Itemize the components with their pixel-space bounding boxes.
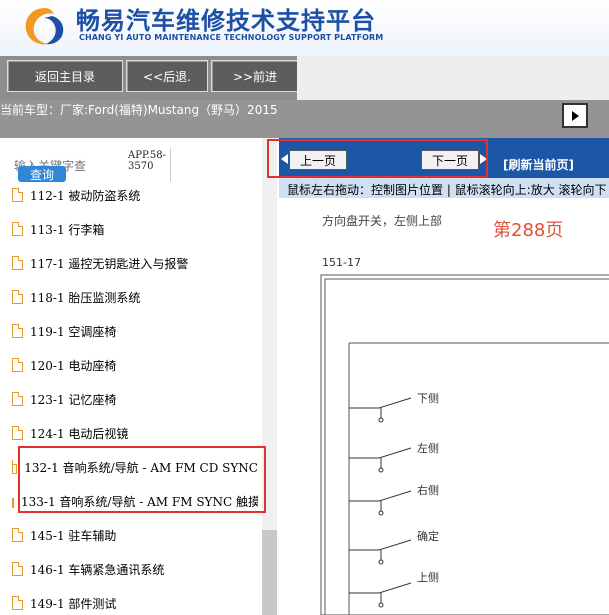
file-icon	[12, 358, 23, 372]
current-vehicle-bar: 当前车型：厂家:Ford(福特)Mustang（野马）2015	[0, 100, 609, 138]
document-viewer: 上一页 下一页 [刷新当前页] 鼠标左右拖动：控制图片位置 | 鼠标滚轮向上:放…	[279, 138, 609, 615]
diagram-code: 151-17	[322, 256, 361, 269]
prev-page-button[interactable]: 上一页	[289, 150, 347, 170]
svg-text:R: R	[38, 19, 52, 40]
tree-item[interactable]: 117-1 遥控无钥匙进入与报警	[12, 246, 188, 280]
arrow-right-icon	[480, 154, 487, 164]
back-to-main-button[interactable]: 返回主目录	[7, 60, 123, 92]
toggle-panel-button[interactable]	[562, 103, 588, 128]
arrow-left-icon	[281, 154, 288, 164]
file-icon	[12, 256, 23, 270]
logo-icon: R	[25, 8, 64, 45]
site-subtitle: CHANG YI AUTO MAINTENANCE TECHNOLOGY SUP…	[79, 33, 384, 42]
tree-item[interactable]: 118-1 胎压监测系统	[12, 280, 140, 314]
tree-item[interactable]: 113-1 行李箱	[12, 212, 104, 246]
file-icon	[12, 528, 23, 542]
tree-item-label: 133-1 音响系统/导航 - AM FM SYNC 触摸	[21, 494, 258, 509]
refresh-page-link[interactable]: [刷新当前页]	[503, 156, 574, 173]
file-icon	[12, 324, 23, 338]
viewer-toolbar: 上一页 下一页 [刷新当前页]	[279, 138, 609, 178]
wiring-diagram	[320, 274, 609, 615]
file-icon	[12, 596, 23, 610]
back-button[interactable]: <<后退.	[126, 60, 208, 92]
tree-item-label: 112-1 被动防盗系统	[30, 188, 141, 203]
tree-item[interactable]: 112-1 被动防盗系统	[12, 178, 140, 212]
file-icon	[12, 562, 23, 576]
site-title: 畅易汽车维修技术支持平台	[76, 7, 376, 35]
tree-item[interactable]: 120-1 电动座椅	[12, 348, 116, 382]
tree-item[interactable]: 119-1 空调座椅	[12, 314, 116, 348]
site-header: R 畅易汽车维修技术支持平台 CHANG YI AUTO MAINTENANCE…	[0, 0, 609, 56]
tree-item[interactable]: 124-1 电动后视镜	[12, 416, 128, 450]
diagram-caption: 方向盘开关，左侧上部	[322, 214, 443, 228]
nav-bar-filler	[297, 56, 609, 100]
switch-label: 下侧	[417, 392, 439, 405]
tree-item-label: 119-1 空调座椅	[30, 324, 117, 339]
document-page[interactable]: 方向盘开关，左侧上部 第288页 151-17 下侧 左侧 右侧 确定 上侧	[279, 198, 609, 615]
tree-item-label: 117-1 遥控无钥匙进入与报警	[30, 256, 189, 271]
tree-item-label: 120-1 电动座椅	[30, 358, 117, 373]
tree-item[interactable]: 149-1 部件测试	[12, 586, 116, 615]
file-icon	[12, 494, 14, 508]
file-icon	[12, 392, 23, 406]
tree-item[interactable]: 132-1 音响系统/导航 - AM FM CD SYNC	[12, 450, 258, 484]
viewer-hint: 鼠标左右拖动：控制图片位置 | 鼠标滚轮向上:放大 滚轮向下	[287, 183, 607, 197]
switch-label: 上侧	[417, 571, 439, 584]
tree-item[interactable]: 123-1 记忆座椅	[12, 382, 116, 416]
tree-item[interactable]: 133-1 音响系统/导航 - AM FM SYNC 触摸	[12, 484, 258, 518]
tree-item[interactable]: 146-1 车辆紧急通讯系统	[12, 552, 164, 586]
app-code: APP.58-3570	[128, 150, 166, 172]
file-icon	[12, 290, 23, 304]
sidebar: 查询 APP.58-3570 112-1 被动防盗系统 113-1 行李箱 11…	[0, 138, 277, 615]
tree-item-label: 123-1 记忆座椅	[30, 392, 117, 407]
tree-item-label: 124-1 电动后视镜	[30, 426, 129, 441]
tree-item-label: 145-1 驻车辅助	[30, 528, 117, 543]
nav-bar: 返回主目录 <<后退. >>前进	[0, 56, 609, 100]
switch-label: 右侧	[417, 484, 439, 497]
tree-item-label: 132-1 音响系统/导航 - AM FM CD SYNC	[24, 460, 258, 475]
tree-item-label: 118-1 胎压监测系统	[30, 290, 141, 305]
switch-label: 左侧	[417, 442, 439, 455]
file-icon	[12, 460, 18, 474]
file-icon	[12, 188, 23, 202]
tree-item-label: 146-1 车辆紧急通讯系统	[30, 562, 165, 577]
file-icon	[12, 222, 23, 236]
divider	[170, 148, 171, 182]
tree-item-label: 149-1 部件测试	[30, 596, 117, 611]
tree-item[interactable]: 145-1 驻车辅助	[12, 518, 116, 552]
next-page-button[interactable]: 下一页	[421, 150, 479, 170]
sidebar-scroll-thumb[interactable]	[262, 530, 277, 615]
file-icon	[12, 426, 23, 440]
viewer-hint-bar: 鼠标左右拖动：控制图片位置 | 鼠标滚轮向上:放大 滚轮向下	[279, 178, 609, 199]
page-number: 第288页	[493, 220, 564, 241]
switch-label: 确定	[417, 530, 439, 543]
forward-button[interactable]: >>前进	[211, 60, 299, 92]
play-icon	[571, 110, 579, 121]
current-vehicle-text: 当前车型：厂家:Ford(福特)Mustang（野马）2015	[0, 103, 278, 117]
tree-item-label: 113-1 行李箱	[30, 222, 105, 237]
